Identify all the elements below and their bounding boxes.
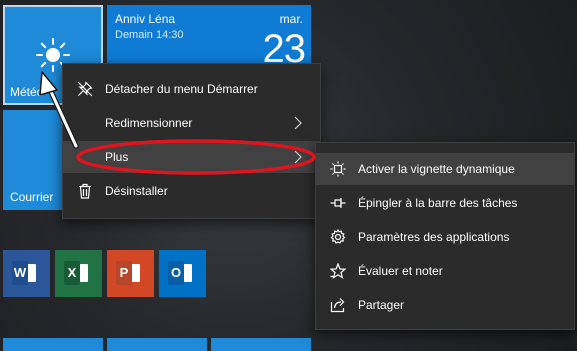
word-logo: W — [12, 261, 28, 285]
share-icon — [330, 297, 346, 313]
menu-item-label: Activer la vignette dynamique — [358, 162, 515, 176]
menu-item-label: Partager — [358, 298, 405, 312]
outlook-logo: O — [168, 261, 184, 285]
powerpoint-logo: P — [116, 261, 132, 285]
menu-item-app-settings[interactable]: Paramètres des applications — [316, 221, 574, 253]
menu-item-resize[interactable]: Redimensionner — [63, 107, 320, 139]
menu-item-label: Épingler à la barre des tâches — [358, 196, 518, 210]
menu-item-label: Évaluer et noter — [358, 264, 443, 278]
gear-icon — [330, 229, 346, 245]
calendar-event-title: Anniv Léna — [115, 12, 176, 26]
context-menu: Détacher du menu Démarrer Redimensionner… — [62, 63, 321, 219]
menu-item-label: Plus — [105, 150, 129, 164]
menu-item-more[interactable]: Plus — [63, 141, 320, 173]
star-icon — [330, 263, 346, 279]
tile-partial[interactable] — [211, 338, 311, 351]
menu-item-label: Redimensionner — [105, 116, 193, 130]
chevron-right-icon — [290, 149, 306, 165]
excel-tile[interactable]: X — [55, 250, 102, 297]
menu-item-share[interactable]: Partager — [316, 289, 574, 321]
calendar-day: mar. — [279, 12, 303, 26]
live-tile-icon — [330, 161, 346, 177]
trash-icon — [77, 183, 93, 199]
meteo-label: Météo — [10, 85, 44, 99]
tile-partial[interactable] — [3, 338, 103, 351]
word-tile[interactable]: W — [3, 250, 50, 297]
menu-item-uninstall[interactable]: Désinstaller — [63, 175, 320, 207]
courrier-label: Courrier — [10, 190, 54, 204]
outlook-tile[interactable]: O — [159, 250, 206, 297]
submenu-more: Activer la vignette dynamique Épingler à… — [315, 142, 575, 330]
menu-item-pin-taskbar[interactable]: Épingler à la barre des tâches — [316, 187, 574, 219]
menu-item-label: Désinstaller — [105, 184, 168, 198]
menu-item-label: Détacher du menu Démarrer — [105, 82, 258, 96]
tile-partial[interactable] — [107, 338, 207, 351]
calendar-event-time: Demain 14:30 — [115, 29, 184, 41]
powerpoint-tile[interactable]: P — [107, 250, 154, 297]
unpin-icon — [77, 81, 93, 97]
pin-icon — [330, 195, 346, 211]
menu-item-unpin[interactable]: Détacher du menu Démarrer — [63, 73, 320, 105]
menu-item-label: Paramètres des applications — [358, 230, 510, 244]
menu-item-rate[interactable]: Évaluer et noter — [316, 255, 574, 287]
excel-logo: X — [64, 261, 80, 285]
chevron-right-icon — [290, 115, 306, 131]
menu-item-live-tile[interactable]: Activer la vignette dynamique — [316, 153, 574, 185]
